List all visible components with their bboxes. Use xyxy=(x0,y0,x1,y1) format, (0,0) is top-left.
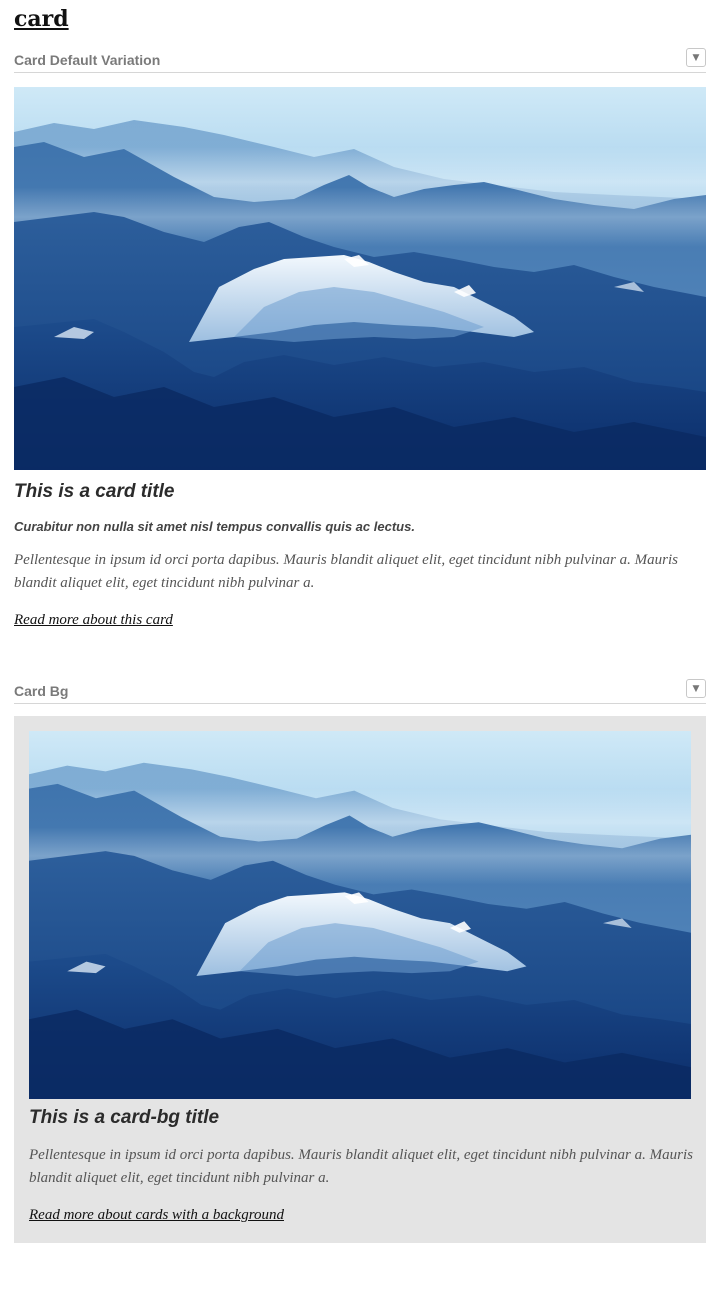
section-header-card-bg: Card Bg ▼ xyxy=(14,679,706,704)
card-body-text: Pellentesque in ipsum id orci porta dapi… xyxy=(14,552,678,591)
chevron-down-icon[interactable]: ▼ xyxy=(686,48,706,67)
chevron-down-icon[interactable]: ▼ xyxy=(686,679,706,698)
section-label: Card Default Variation xyxy=(14,52,161,68)
card-image xyxy=(14,87,706,470)
card-subtitle: Curabitur non nulla sit amet nisl tempus… xyxy=(14,519,415,534)
section-header-card-default: Card Default Variation ▼ xyxy=(14,48,706,73)
card-read-more-link[interactable]: Read more about this card xyxy=(14,612,173,629)
page-title: card xyxy=(14,6,69,32)
card-bg-container: This is a card-bg title Pellentesque in … xyxy=(14,716,706,1243)
card-bg-image xyxy=(29,731,691,1099)
card-bg-read-more-link[interactable]: Read more about cards with a background xyxy=(29,1207,284,1224)
card-bg-body-text: Pellentesque in ipsum id orci porta dapi… xyxy=(29,1147,693,1186)
card-title: This is a card title xyxy=(14,481,175,502)
section-label: Card Bg xyxy=(14,683,69,699)
card-bg-title: This is a card-bg title xyxy=(29,1107,220,1128)
